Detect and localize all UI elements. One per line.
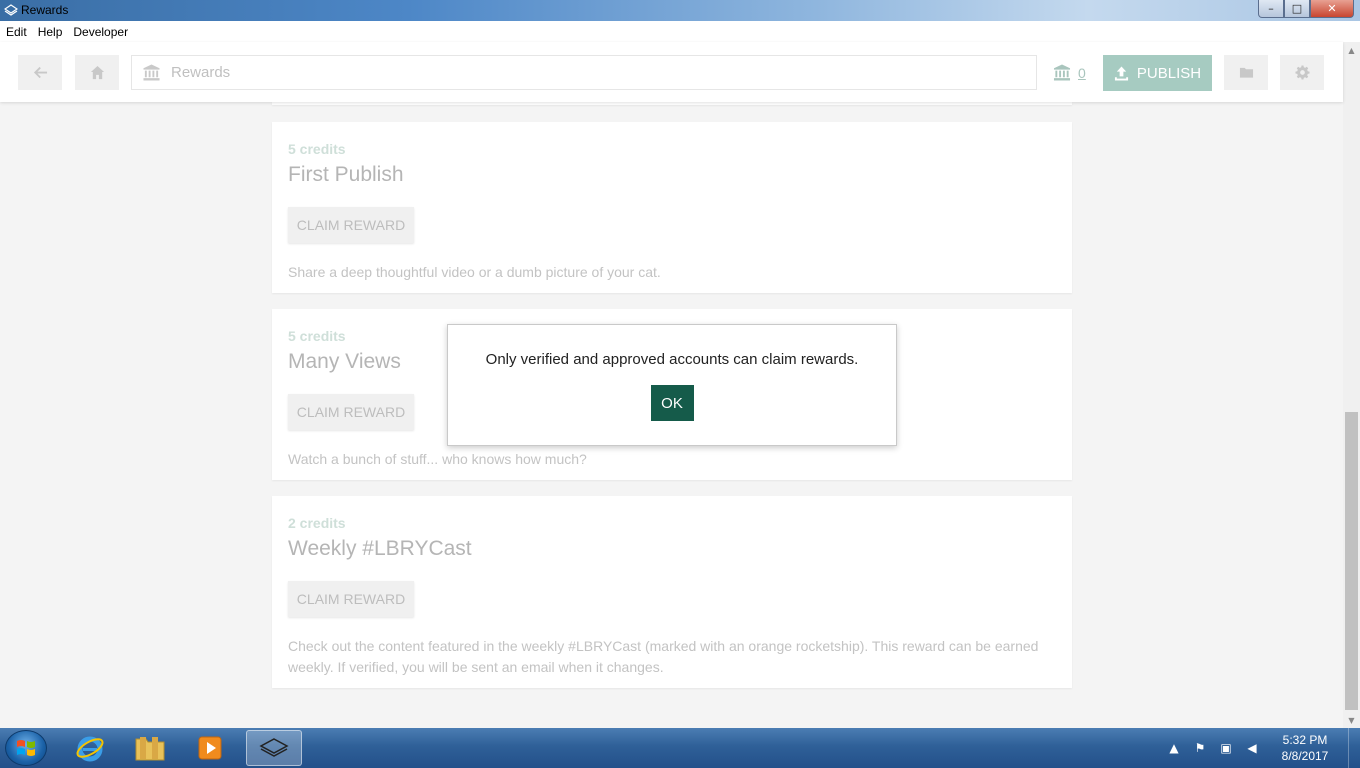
ok-button[interactable]: OK <box>650 385 694 421</box>
publish-button[interactable]: PUBLISH <box>1103 55 1212 91</box>
wallet-balance[interactable]: 0 <box>1053 64 1086 81</box>
claim-reward-button[interactable]: CLAIM REWARD <box>288 581 414 617</box>
taskbar-internet-explorer[interactable] <box>62 730 118 766</box>
taskbar-file-explorer[interactable] <box>122 730 178 766</box>
gear-icon <box>1294 65 1310 80</box>
claim-reward-button[interactable]: CLAIM REWARD <box>288 207 414 243</box>
system-tray: ▲ ⚑ ▣ ◀ 5:32 PM 8/8/2017 <box>1166 728 1360 768</box>
claim-reward-button[interactable]: CLAIM REWARD <box>288 394 414 430</box>
volume-icon[interactable]: ◀ <box>1244 740 1260 756</box>
reward-title: Weekly #LBRYCast <box>288 537 472 560</box>
bank-icon <box>143 64 160 81</box>
window-titlebar: Rewards – □ ✕ <box>0 0 1360 21</box>
reward-card: 2 credits Weekly #LBRYCast CLAIM REWARD … <box>272 496 1072 688</box>
system-clock[interactable]: 5:32 PM 8/8/2017 <box>1270 732 1340 764</box>
menu-developer[interactable]: Developer <box>73 25 128 39</box>
arrow-left-icon <box>33 66 47 79</box>
files-button[interactable] <box>1224 55 1268 90</box>
publish-label: PUBLISH <box>1136 64 1202 82</box>
reward-description: Check out the content featured in the we… <box>288 638 1039 675</box>
show-hidden-icons-icon[interactable]: ▲ <box>1166 740 1182 756</box>
reward-description: Share a deep thoughtful video or a dumb … <box>288 264 661 280</box>
window-controls: – □ ✕ <box>1258 0 1354 19</box>
search-bar[interactable] <box>131 55 1037 90</box>
home-icon <box>90 65 104 80</box>
reward-card: 5 credits First Publish CLAIM REWARD Sha… <box>272 122 1072 293</box>
taskbar-media-player[interactable] <box>182 730 238 766</box>
vertical-scrollbar[interactable]: ▲ ▼ <box>1343 42 1360 728</box>
scroll-up-arrow-icon[interactable]: ▲ <box>1343 42 1360 58</box>
reward-description: Watch a bunch of stuff... who knows how … <box>288 451 587 467</box>
reward-title: First Publish <box>288 163 404 186</box>
clock-date: 8/8/2017 <box>1281 749 1329 763</box>
alert-modal: Only verified and approved accounts can … <box>447 324 897 446</box>
menu-help[interactable]: Help <box>38 25 63 39</box>
maximize-button[interactable]: □ <box>1284 0 1310 18</box>
search-input[interactable] <box>171 64 1031 81</box>
balance-amount: 0 <box>1078 64 1086 81</box>
home-button[interactable] <box>75 55 119 90</box>
reward-credits: 5 credits <box>288 141 346 157</box>
clock-time: 5:32 PM <box>1282 733 1328 747</box>
app-header: 0 PUBLISH <box>0 42 1343 102</box>
taskbar: ▲ ⚑ ▣ ◀ 5:32 PM 8/8/2017 <box>0 728 1360 768</box>
scroll-down-arrow-icon[interactable]: ▼ <box>1343 712 1360 728</box>
lbry-app-icon <box>259 738 289 757</box>
scrollbar-thumb[interactable] <box>1345 412 1358 710</box>
back-button[interactable] <box>18 55 62 90</box>
window-title: Rewards <box>21 3 69 17</box>
close-button[interactable]: ✕ <box>1310 0 1354 18</box>
folder-icon <box>1239 67 1253 78</box>
app-icon <box>4 4 18 16</box>
settings-button[interactable] <box>1280 55 1324 90</box>
show-desktop-button[interactable] <box>1348 728 1360 768</box>
reward-credits: 2 credits <box>288 515 346 531</box>
minimize-button[interactable]: – <box>1258 0 1284 18</box>
start-button[interactable] <box>5 730 47 766</box>
modal-message: Only verified and approved accounts can … <box>485 351 859 368</box>
bank-icon <box>1053 64 1071 81</box>
menu-bar: Edit Help Developer <box>0 21 1360 42</box>
folder-icon <box>135 737 165 761</box>
reward-card-previous <box>272 102 1072 105</box>
internet-explorer-icon <box>76 736 104 762</box>
action-center-flag-icon[interactable]: ⚑ <box>1192 740 1208 756</box>
network-icon[interactable]: ▣ <box>1218 740 1234 756</box>
upload-icon <box>1114 65 1128 81</box>
taskbar-lbry-app[interactable] <box>246 730 302 766</box>
menu-edit[interactable]: Edit <box>6 25 27 39</box>
media-player-icon <box>198 736 222 760</box>
windows-logo-icon <box>17 740 35 756</box>
